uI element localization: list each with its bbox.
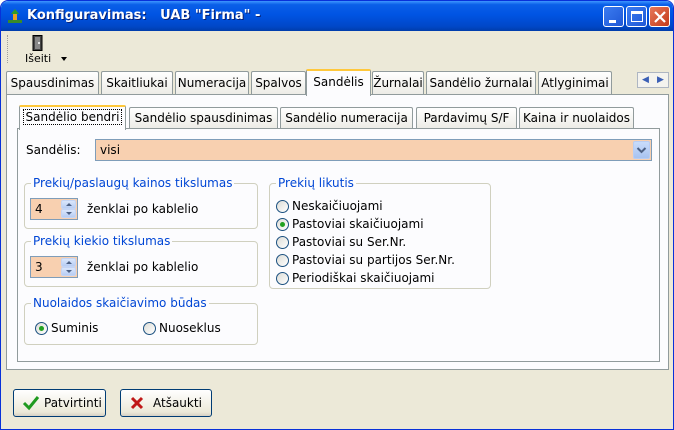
tab-label: Spalvos bbox=[255, 76, 302, 90]
quantity-precision-suffix: ženklai po kablelio bbox=[87, 260, 199, 274]
app-icon bbox=[8, 9, 22, 23]
sandelis-panel: Sandėlio bendri Sandėlio spausdinimas Sa… bbox=[6, 94, 669, 370]
spin-up-button[interactable] bbox=[61, 258, 76, 267]
confirm-button[interactable]: Patvirtinti bbox=[13, 389, 106, 417]
tab-label: Numeracija bbox=[177, 76, 247, 90]
chevron-down-icon bbox=[66, 212, 72, 215]
price-precision-value: 4 bbox=[35, 202, 43, 216]
subtab-kaina-ir-nuolaidos[interactable]: Kaina ir nuolaidos bbox=[519, 107, 634, 129]
config-window: Konfiguravimas: UAB "Firma" - Išeiti Spa… bbox=[0, 0, 674, 430]
tab-label: Žurnalai bbox=[373, 76, 423, 90]
tab-label: Spausdinimas bbox=[10, 76, 95, 90]
toolbar-grip[interactable] bbox=[7, 35, 10, 63]
exit-button[interactable]: Išeiti bbox=[17, 33, 73, 67]
tab-zurnalai[interactable]: Žurnalai bbox=[372, 71, 424, 95]
exit-dropdown-arrow-icon[interactable] bbox=[61, 57, 67, 61]
discount-method-group: Nuolaidos skaičiavimo būdas Suminis Nuos… bbox=[24, 296, 258, 345]
tab-spausdinimas[interactable]: Spausdinimas bbox=[6, 71, 99, 95]
chevron-down-icon bbox=[66, 270, 72, 273]
price-precision-title: Prekių/paslaugų kainos tikslumas bbox=[31, 176, 235, 190]
radio-label: Periodiškai skaičiuojami bbox=[292, 271, 435, 285]
chevron-up-icon bbox=[66, 261, 72, 264]
subtab-sandelio-numeracija[interactable]: Sandėlio numeracija bbox=[280, 107, 413, 129]
tab-numeracija[interactable]: Numeracija bbox=[175, 71, 249, 95]
price-precision-suffix: ženklai po kablelio bbox=[87, 202, 199, 216]
close-button[interactable] bbox=[649, 6, 670, 27]
radio-label: Pastoviai su partijos Ser.Nr. bbox=[292, 253, 455, 267]
tab-label: Sandėlio žurnalai bbox=[429, 76, 533, 90]
subtab-sandelio-bendri[interactable]: Sandėlio bendri bbox=[19, 105, 126, 130]
scroll-left-icon[interactable]: ◀ bbox=[642, 75, 649, 85]
chevron-down-icon bbox=[636, 147, 647, 154]
radio-unselected-icon bbox=[276, 272, 289, 285]
maximize-button[interactable] bbox=[626, 6, 647, 27]
door-exit-icon bbox=[32, 35, 43, 51]
radio-unselected-icon bbox=[143, 322, 156, 335]
quantity-precision-group: Prekių kiekio tikslumas 3 ženklai po kab… bbox=[24, 234, 258, 287]
cancel-label: Atšaukti bbox=[153, 396, 202, 410]
subtab-pardavimu-sf[interactable]: Pardavimų S/F bbox=[416, 107, 517, 129]
radio-label: Neskaičiuojami bbox=[292, 199, 383, 213]
tab-sandelio-zurnalai[interactable]: Sandėlio žurnalai bbox=[426, 71, 536, 95]
price-precision-group: Prekių/paslaugų kainos tikslumas 4 ženkl… bbox=[24, 176, 258, 229]
checkmark-icon bbox=[22, 396, 40, 411]
radio-unselected-icon bbox=[276, 254, 289, 267]
spin-down-button[interactable] bbox=[61, 267, 76, 276]
quantity-precision-spinner[interactable]: 3 bbox=[30, 256, 78, 278]
maximize-icon bbox=[631, 11, 643, 22]
radio-selected-icon bbox=[35, 322, 48, 335]
tab-skaitliukai[interactable]: Skaitliukai bbox=[101, 71, 173, 95]
warehouse-dropdown-button[interactable] bbox=[633, 141, 650, 159]
exit-label: Išeiti bbox=[25, 52, 52, 65]
radio-label: Pastoviai skaičiuojami bbox=[292, 217, 424, 231]
minimize-button[interactable] bbox=[603, 6, 624, 27]
spinner-buttons bbox=[61, 200, 76, 218]
tab-label: Pardavimų S/F bbox=[423, 111, 510, 125]
discount-method-title: Nuolaidos skaičiavimo būdas bbox=[31, 296, 209, 310]
spin-down-button[interactable] bbox=[61, 209, 76, 218]
tab-label: Sandėlio numeracija bbox=[285, 111, 408, 125]
tab-label: Atlyginimai bbox=[541, 76, 609, 90]
tab-label: Sandėlio spausdinimas bbox=[134, 111, 273, 125]
tab-spalvos[interactable]: Spalvos bbox=[251, 71, 306, 95]
warehouse-label: Sandėlis: bbox=[26, 143, 81, 157]
radio-unselected-icon bbox=[276, 236, 289, 249]
radio-label: Pastoviai su Ser.Nr. bbox=[292, 235, 407, 249]
cross-icon bbox=[130, 396, 144, 410]
price-precision-spinner[interactable]: 4 bbox=[30, 198, 78, 220]
tab-label: Kaina ir nuolaidos bbox=[523, 111, 630, 125]
radio-selected-icon bbox=[276, 218, 289, 231]
stock-balance-title: Prekių likutis bbox=[276, 176, 356, 190]
stock-balance-group: Prekių likutis Neskaičiuojami Pastoviai … bbox=[269, 176, 491, 289]
title-bar[interactable]: Konfiguravimas: UAB "Firma" - bbox=[1, 1, 673, 31]
radio-unselected-icon bbox=[276, 200, 289, 213]
tab-scroll-buttons[interactable]: ◀ ▶ bbox=[637, 72, 669, 88]
scroll-right-icon[interactable]: ▶ bbox=[657, 75, 664, 85]
confirm-label: Patvirtinti bbox=[44, 396, 102, 410]
warehouse-value: visi bbox=[100, 143, 121, 157]
window-title: Konfiguravimas: UAB "Firma" - bbox=[27, 8, 261, 23]
chevron-up-icon bbox=[66, 203, 72, 206]
subtab-sandelio-spausdinimas[interactable]: Sandėlio spausdinimas bbox=[129, 107, 278, 129]
radio-label: Suminis bbox=[51, 321, 99, 335]
minimize-icon bbox=[609, 20, 616, 23]
spin-up-button[interactable] bbox=[61, 200, 76, 209]
close-icon bbox=[654, 11, 666, 23]
tab-sandelis[interactable]: Sandėlis bbox=[306, 69, 371, 96]
quantity-precision-value: 3 bbox=[35, 260, 43, 274]
tab-label: Sandėlis bbox=[313, 75, 364, 89]
cancel-button[interactable]: Atšaukti bbox=[120, 389, 212, 417]
tab-atlyginimai[interactable]: Atlyginimai bbox=[538, 71, 612, 95]
radio-label: Nuoseklus bbox=[159, 321, 221, 335]
quantity-precision-title: Prekių kiekio tikslumas bbox=[31, 234, 173, 248]
warehouse-select[interactable]: visi bbox=[95, 139, 652, 161]
tab-label: Sandėlio bendri bbox=[22, 109, 123, 125]
toolbar: Išeiti bbox=[5, 33, 669, 69]
tab-label: Skaitliukai bbox=[106, 76, 168, 90]
spinner-buttons bbox=[61, 258, 76, 276]
sandelio-bendri-panel: Sandėlis: visi Prekių/paslaugų kainos ti… bbox=[17, 128, 660, 362]
